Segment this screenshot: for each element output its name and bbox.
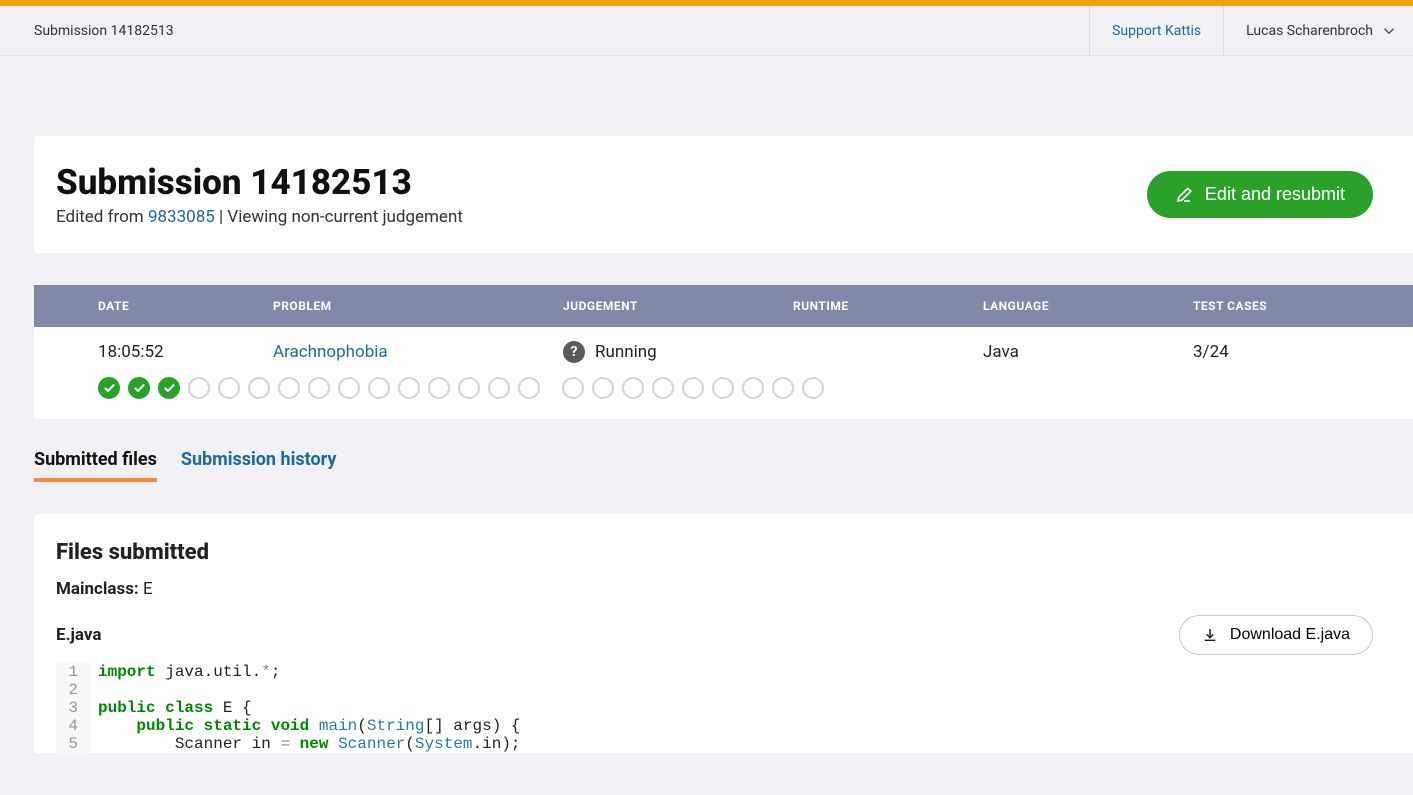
testcase-dot-11[interactable]: [398, 377, 420, 399]
edited-from-link[interactable]: 9833085: [148, 207, 215, 227]
code-content: [90, 681, 98, 699]
top-header: Submission 14182513 Support Kattis Lucas…: [0, 6, 1413, 56]
edit-icon: [1175, 186, 1193, 204]
running-icon: ?: [563, 341, 585, 363]
testcase-dots: [34, 363, 1413, 419]
judgement-status: Running: [595, 342, 657, 362]
code-content: import java.util.*;: [90, 663, 280, 681]
testcase-dot-13[interactable]: [458, 377, 480, 399]
page-title: Submission 14182513: [56, 162, 1147, 203]
testcase-dot-23[interactable]: [772, 377, 794, 399]
line-number: 5: [56, 735, 90, 753]
testcase-dot-18[interactable]: [622, 377, 644, 399]
mainclass-value: E: [143, 579, 153, 599]
cell-language: Java: [983, 342, 1193, 362]
cell-testcases: 3/24: [1193, 342, 1413, 362]
code-content: public class E {: [90, 699, 252, 717]
download-label: Download E.java: [1230, 626, 1350, 644]
problem-link[interactable]: Arachnophobia: [273, 342, 563, 362]
testcase-dot-1[interactable]: [98, 377, 120, 399]
testcase-dot-24[interactable]: [802, 377, 824, 399]
files-card: Files submitted Mainclass: E E.java Down…: [34, 514, 1413, 753]
testcase-dot-12[interactable]: [428, 377, 450, 399]
download-button[interactable]: Download E.java: [1179, 615, 1373, 655]
line-number: 3: [56, 699, 90, 717]
testcase-dot-20[interactable]: [682, 377, 704, 399]
dots-gap: [548, 377, 554, 399]
cell-judgement: ? Running: [563, 341, 793, 363]
testcase-dot-7[interactable]: [278, 377, 300, 399]
col-problem: PROBLEM: [273, 299, 563, 313]
tab-submitted-files[interactable]: Submitted files: [34, 449, 157, 482]
download-icon: [1202, 627, 1218, 643]
testcase-dot-3[interactable]: [158, 377, 180, 399]
testcase-dot-16[interactable]: [562, 377, 584, 399]
code-content: public static void main(String[] args) {: [90, 717, 521, 735]
testcase-dot-9[interactable]: [338, 377, 360, 399]
line-number: 1: [56, 663, 90, 681]
col-date: DATE: [98, 299, 273, 313]
viewing-label: Viewing non-current judgement: [227, 207, 462, 227]
support-link[interactable]: Support Kattis: [1089, 6, 1223, 56]
col-language: LANGUAGE: [983, 299, 1193, 313]
breadcrumb-title: Submission 14182513: [0, 23, 1089, 39]
file-name: E.java: [56, 625, 1179, 645]
judgement-section: DATE PROBLEM JUDGEMENT RUNTIME LANGUAGE …: [34, 285, 1413, 419]
submission-header-card: Submission 14182513 Edited from 9833085 …: [34, 136, 1413, 253]
testcase-dot-15[interactable]: [518, 377, 540, 399]
line-number: 2: [56, 681, 90, 699]
user-menu[interactable]: Lucas Scharenbroch: [1223, 6, 1413, 56]
code-line: 5 Scanner in = new Scanner(System.in);: [56, 735, 1373, 753]
testcase-dot-17[interactable]: [592, 377, 614, 399]
testcase-dot-19[interactable]: [652, 377, 674, 399]
mainclass-label: Mainclass:: [56, 579, 139, 599]
testcase-dot-14[interactable]: [488, 377, 510, 399]
chevron-down-icon: [1383, 25, 1395, 37]
testcase-dot-10[interactable]: [368, 377, 390, 399]
code-line: 1import java.util.*;: [56, 663, 1373, 681]
table-row: 18:05:52 Arachnophobia ? Running Java 3/…: [34, 327, 1413, 363]
code-line: 2: [56, 681, 1373, 699]
edit-button-label: Edit and resubmit: [1205, 184, 1345, 205]
code-line: 4 public static void main(String[] args)…: [56, 717, 1373, 735]
code-block: 1import java.util.*;23public class E {4 …: [56, 663, 1373, 753]
table-header-row: DATE PROBLEM JUDGEMENT RUNTIME LANGUAGE …: [34, 285, 1413, 327]
testcase-dot-8[interactable]: [308, 377, 330, 399]
edit-resubmit-button[interactable]: Edit and resubmit: [1147, 171, 1373, 218]
mainclass-row: Mainclass: E: [56, 579, 1373, 599]
tab-submission-history[interactable]: Submission history: [181, 449, 337, 482]
edited-prefix: Edited from: [56, 207, 148, 227]
subtitle-separator: |: [215, 207, 228, 227]
code-content: Scanner in = new Scanner(System.in);: [90, 735, 521, 753]
col-runtime: RUNTIME: [793, 299, 983, 313]
col-testcases: TEST CASES: [1193, 299, 1413, 313]
tabs: Submitted files Submission history: [34, 419, 1413, 482]
testcase-dot-22[interactable]: [742, 377, 764, 399]
cell-date: 18:05:52: [98, 342, 273, 362]
file-header: E.java Download E.java: [56, 615, 1373, 655]
subtitle: Edited from 9833085 | Viewing non-curren…: [56, 207, 1147, 227]
testcase-dot-5[interactable]: [218, 377, 240, 399]
line-number: 4: [56, 717, 90, 735]
col-judgement: JUDGEMENT: [563, 299, 793, 313]
user-name: Lucas Scharenbroch: [1246, 23, 1373, 39]
testcase-dot-2[interactable]: [128, 377, 150, 399]
files-submitted-title: Files submitted: [56, 540, 1373, 565]
code-line: 3public class E {: [56, 699, 1373, 717]
testcase-dot-4[interactable]: [188, 377, 210, 399]
testcase-dot-21[interactable]: [712, 377, 734, 399]
testcase-dot-6[interactable]: [248, 377, 270, 399]
